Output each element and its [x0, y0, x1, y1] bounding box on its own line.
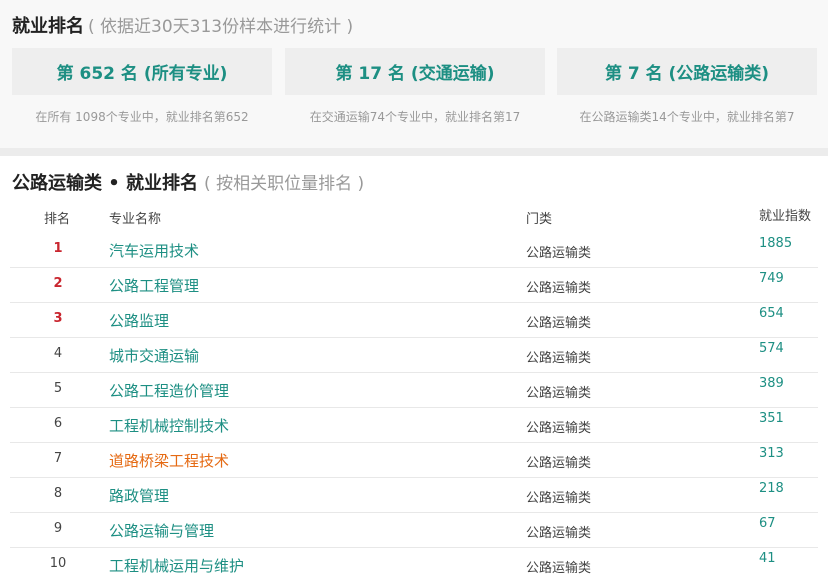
row-rank: 6 — [53, 416, 63, 431]
row-category: 公路运输类 — [526, 526, 592, 541]
header-rank: 排名 — [44, 212, 71, 227]
row-employment-index: 389 — [759, 376, 784, 391]
row-category: 公路运输类 — [526, 491, 592, 506]
major-name-link[interactable]: 工程机械控制技术 — [109, 415, 229, 436]
row-rank: 3 — [53, 311, 63, 326]
header-category: 门类 — [526, 212, 553, 227]
section-title-text: 就业排名 — [12, 16, 84, 37]
table-row: 1 汽车运用技术 公路运输类 1885 — [0, 233, 828, 268]
row-employment-index: 1885 — [759, 236, 793, 251]
table-row: 9 公路运输与管理 公路运输类 67 — [0, 513, 828, 548]
row-rank: 5 — [53, 381, 63, 396]
row-employment-index: 749 — [759, 271, 784, 286]
header-index: 就业指数 — [759, 209, 812, 224]
rank-card-transport: 第 17 名 (交通运输) — [285, 48, 545, 95]
row-employment-index: 41 — [759, 551, 776, 566]
major-name-link[interactable]: 公路工程管理 — [109, 275, 199, 296]
major-name-link[interactable]: 公路工程造价管理 — [109, 380, 229, 401]
row-employment-index: 218 — [759, 481, 784, 496]
header-name: 专业名称 — [109, 212, 162, 227]
rank-card-all: 第 652 名 (所有专业) — [12, 48, 272, 95]
row-rank: 8 — [53, 486, 63, 501]
major-name-link[interactable]: 路政管理 — [109, 485, 169, 506]
table-row: 5 公路工程造价管理 公路运输类 389 — [0, 373, 828, 408]
row-rank: 1 — [53, 241, 63, 256]
ranking-title-text: 公路运输类 • 就业排名 — [12, 173, 199, 194]
ranking-subtitle: ( 按相关职位量排名 ) — [204, 174, 365, 194]
row-rank: 2 — [53, 276, 63, 291]
major-name-link[interactable]: 汽车运用技术 — [109, 240, 199, 261]
row-category: 公路运输类 — [526, 456, 592, 471]
rank-card-road: 第 7 名 (公路运输类) — [557, 48, 817, 95]
employment-summary-panel: 就业排名( 依据近30天313份样本进行统计 ) 第 652 名 (所有专业) … — [0, 0, 828, 148]
table-row: 4 城市交通运输 公路运输类 574 — [0, 338, 828, 373]
row-employment-index: 67 — [759, 516, 776, 531]
row-category: 公路运输类 — [526, 281, 592, 296]
section-subtitle: ( 依据近30天313份样本进行统计 ) — [88, 17, 354, 37]
row-category: 公路运输类 — [526, 386, 592, 401]
row-employment-index: 313 — [759, 446, 784, 461]
rank-caption-transport: 在交通运输74个专业中，就业排名第17 — [309, 110, 521, 124]
major-name-link[interactable]: 城市交通运输 — [109, 345, 199, 366]
row-rank: 4 — [53, 346, 63, 361]
rank-caption-road: 在公路运输类14个专业中，就业排名第7 — [579, 110, 795, 124]
row-category: 公路运输类 — [526, 351, 592, 366]
row-rank: 10 — [49, 556, 67, 571]
major-name-link[interactable]: 公路监理 — [109, 310, 169, 331]
rank-caption-all: 在所有 1098个专业中，就业排名第652 — [35, 110, 249, 124]
major-name-link[interactable]: 道路桥梁工程技术 — [109, 450, 229, 471]
table-row: 2 公路工程管理 公路运输类 749 — [0, 268, 828, 303]
section-title: 就业排名( 依据近30天313份样本进行统计 ) — [12, 12, 353, 38]
ranking-title: 公路运输类 • 就业排名( 按相关职位量排名 ) — [12, 169, 364, 195]
table-row: 7 道路桥梁工程技术 公路运输类 313 — [0, 443, 828, 478]
row-rank: 9 — [53, 521, 63, 536]
table-row: 3 公路监理 公路运输类 654 — [0, 303, 828, 338]
ranking-table: 1 汽车运用技术 公路运输类 1885 2 公路工程管理 公路运输类 749 3 公路监理 公路运输… — [0, 233, 828, 583]
row-category: 公路运输类 — [526, 316, 592, 331]
table-row: 10 工程机械运用与维护 公路运输类 41 — [0, 548, 828, 583]
row-employment-index: 654 — [759, 306, 784, 321]
section-divider — [0, 148, 828, 156]
row-rank: 7 — [53, 451, 63, 466]
row-category: 公路运输类 — [526, 421, 592, 436]
table-row: 8 路政管理 公路运输类 218 — [0, 478, 828, 513]
row-employment-index: 574 — [759, 341, 784, 356]
row-employment-index: 351 — [759, 411, 784, 426]
major-name-link[interactable]: 工程机械运用与维护 — [109, 555, 244, 576]
row-category: 公路运输类 — [526, 246, 592, 261]
row-category: 公路运输类 — [526, 561, 592, 576]
table-row: 6 工程机械控制技术 公路运输类 351 — [0, 408, 828, 443]
major-name-link[interactable]: 公路运输与管理 — [109, 520, 214, 541]
